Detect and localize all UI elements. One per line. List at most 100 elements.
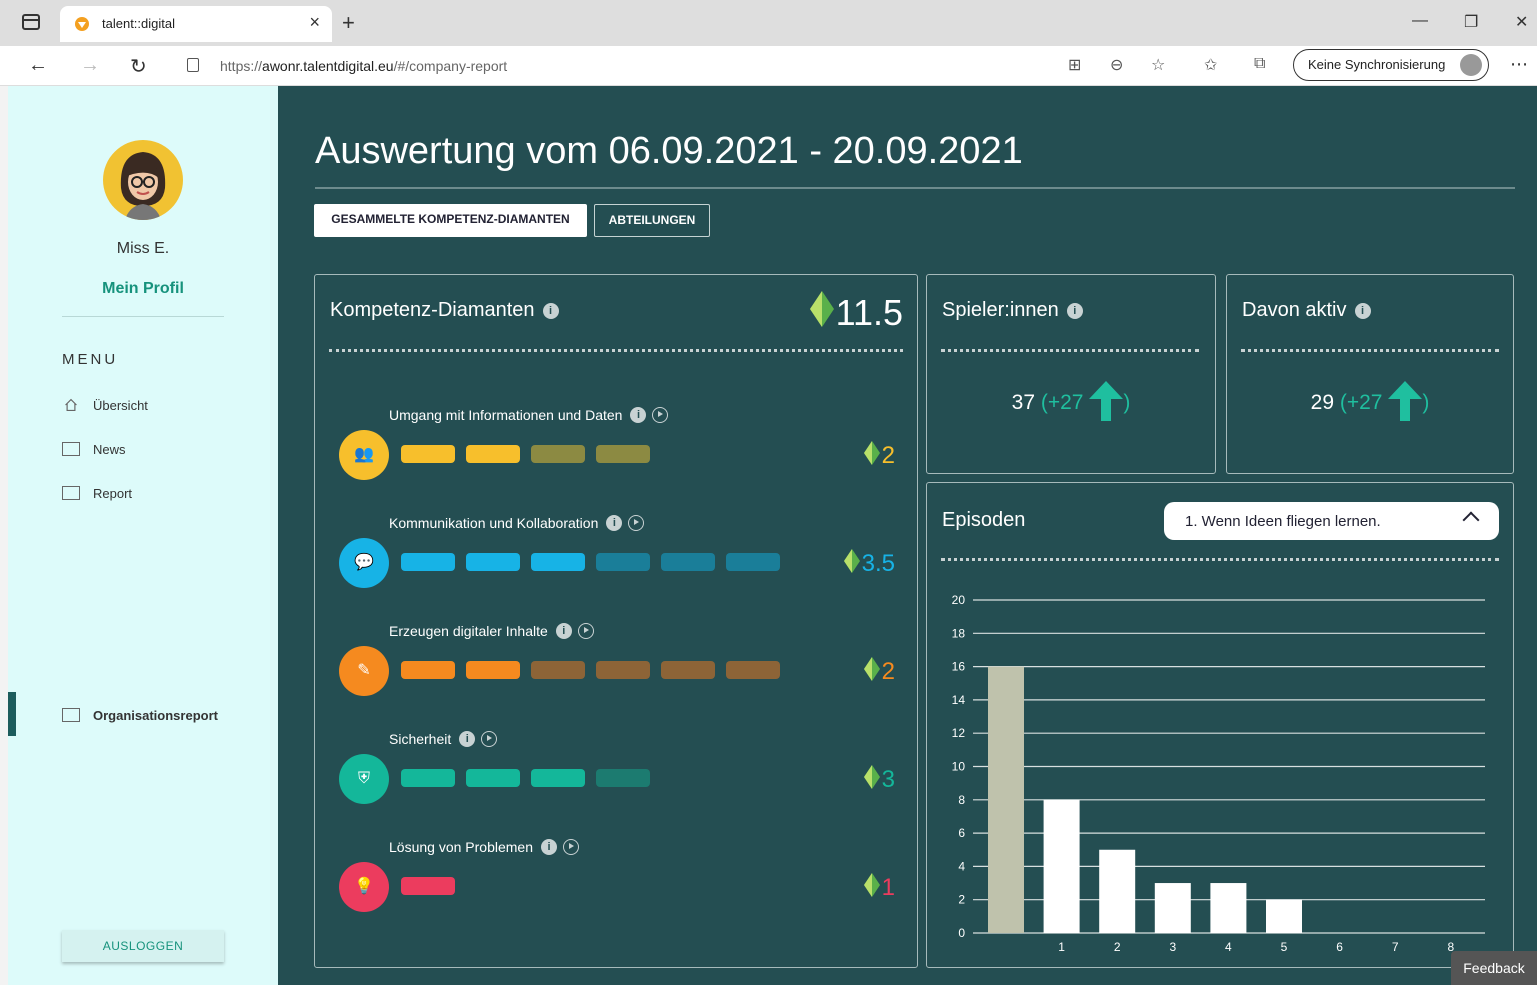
level-segment xyxy=(401,553,455,571)
more-icon[interactable]: ⋯ xyxy=(1510,54,1528,75)
level-segment xyxy=(466,661,520,679)
diamonds-total-value: 11.5 xyxy=(835,292,903,333)
competence-score: 3 xyxy=(795,765,895,794)
edit-icon: ✎ xyxy=(339,646,389,696)
competence-label: Umgang mit Informationen und Daten xyxy=(389,407,623,423)
diamonds-card: Kompetenz-Diamanten i 11.5 Umgang mit Inf… xyxy=(314,274,918,968)
level-segment xyxy=(401,661,455,679)
active-delta: (+27 xyxy=(1339,391,1383,414)
info-icon[interactable]: i xyxy=(555,623,572,639)
active-card-title: Davon aktiv i xyxy=(1242,299,1371,322)
shield-icon: ⛨ xyxy=(339,754,389,804)
report-icon xyxy=(62,708,80,722)
play-icon[interactable] xyxy=(577,623,594,639)
level-segment xyxy=(531,445,585,463)
play-icon[interactable] xyxy=(481,731,498,747)
competence-row: Umgang mit Informationen und Daten i 👥 2 xyxy=(335,407,895,507)
level-segment xyxy=(596,445,650,463)
level-segment xyxy=(531,661,585,679)
departments-button[interactable]: ABTEILUNGEN xyxy=(594,204,710,237)
url-field[interactable]: https://awonr.talentdigital.eu/#/company… xyxy=(175,50,1175,82)
logout-button[interactable]: AUSLOGGEN xyxy=(62,930,224,962)
back-icon[interactable]: ← xyxy=(28,54,48,77)
level-segment xyxy=(401,877,455,895)
competence-title: Lösung von Problemen i xyxy=(389,839,579,855)
collected-diamonds-button[interactable]: GESAMMELTE KOMPETENZ-DIAMANTEN xyxy=(314,204,587,237)
competence-row: Kommunikation und Kollaboration i 💬 3.5 xyxy=(335,515,895,615)
favicon-icon xyxy=(75,17,89,31)
lock-icon xyxy=(187,58,199,72)
collections-icon[interactable]: ⧉ xyxy=(1254,55,1265,73)
divider xyxy=(62,316,224,317)
active-title-text: Davon aktiv xyxy=(1242,299,1347,321)
info-icon[interactable]: i xyxy=(1354,303,1371,319)
players-value: 37 (+27 ) xyxy=(927,381,1215,421)
level-segment xyxy=(466,769,520,787)
info-icon[interactable]: i xyxy=(459,731,476,747)
competence-level-bar xyxy=(401,877,801,895)
diamonds-card-title: Kompetenz-Diamanten i xyxy=(330,299,559,322)
profile-link[interactable]: Mein Profil xyxy=(8,280,278,298)
reader-icon[interactable]: ⊞ xyxy=(1068,55,1081,75)
tab-actions-icon[interactable] xyxy=(22,14,40,30)
info-icon[interactable]: i xyxy=(606,515,623,531)
restore-icon[interactable]: ❐ xyxy=(1464,12,1478,32)
level-segment xyxy=(531,769,585,787)
competence-level-bar xyxy=(401,661,801,679)
chart-bar xyxy=(988,666,1024,933)
level-segment xyxy=(661,661,715,679)
level-segment xyxy=(726,553,780,571)
favorites-icon[interactable]: ✩ xyxy=(1204,55,1217,75)
x-tick-label: 5 xyxy=(1281,940,1288,954)
diamond-icon xyxy=(809,291,834,327)
x-tick-label: 3 xyxy=(1169,940,1176,954)
competence-title: Umgang mit Informationen und Daten i xyxy=(389,407,669,423)
reload-icon[interactable]: ↻ xyxy=(130,54,147,79)
add-favorite-icon[interactable]: ☆ xyxy=(1151,55,1165,75)
play-icon[interactable] xyxy=(563,839,579,855)
x-tick-label: 2 xyxy=(1114,940,1121,954)
sidebar-item-label: News xyxy=(93,442,126,457)
competence-title: Kommunikation und Kollaboration i xyxy=(389,515,645,531)
play-icon[interactable] xyxy=(652,407,669,423)
browser-tab[interactable]: talent::digital × xyxy=(60,6,332,42)
info-icon[interactable]: i xyxy=(1066,303,1083,319)
level-segment xyxy=(596,769,650,787)
zoom-icon[interactable]: ⊖ xyxy=(1110,55,1123,75)
active-indicator xyxy=(8,692,16,736)
y-tick-label: 8 xyxy=(958,793,965,807)
info-icon[interactable]: i xyxy=(542,303,559,319)
diamond-icon xyxy=(843,549,860,573)
feedback-button[interactable]: Feedback xyxy=(1451,951,1537,985)
diamonds-title-text: Kompetenz-Diamanten xyxy=(330,299,535,321)
sync-label: Keine Synchronisierung xyxy=(1308,57,1446,72)
diamond-icon xyxy=(863,765,880,789)
x-tick-label: 4 xyxy=(1225,940,1232,954)
arrow-up-icon xyxy=(1089,381,1124,421)
chart-bar xyxy=(1266,899,1302,933)
chart-bar xyxy=(1043,799,1080,933)
lightbulb-icon: 💡 xyxy=(339,862,389,912)
competence-score-value: 3.5 xyxy=(861,550,895,577)
competence-score: 2 xyxy=(795,657,895,686)
competence-label: Lösung von Problemen xyxy=(389,839,533,855)
close-window-icon[interactable]: ✕ xyxy=(1515,12,1528,32)
players-count: 37 xyxy=(1011,391,1036,414)
players-title-text: Spieler:innen xyxy=(942,299,1059,321)
sync-button[interactable]: Keine Synchronisierung xyxy=(1293,49,1489,81)
y-tick-label: 10 xyxy=(952,760,966,774)
y-tick-label: 4 xyxy=(958,859,965,873)
play-icon[interactable] xyxy=(628,515,645,531)
avatar xyxy=(103,140,183,220)
minimize-icon[interactable]: — xyxy=(1412,12,1428,30)
level-segment xyxy=(466,445,520,463)
info-icon[interactable]: i xyxy=(541,839,557,855)
episodes-card: Episoden 1. Wenn Ideen fliegen lernen. 0… xyxy=(926,482,1514,968)
forward-icon[interactable]: → xyxy=(80,54,100,77)
info-icon[interactable]: i xyxy=(630,407,647,423)
players-card-title: Spieler:innen i xyxy=(942,299,1083,322)
competence-title: Erzeugen digitaler Inhalte i xyxy=(389,623,594,639)
close-tab-icon[interactable]: × xyxy=(309,12,320,33)
competence-level-bar xyxy=(401,769,801,787)
new-tab-icon[interactable]: + xyxy=(342,10,355,36)
